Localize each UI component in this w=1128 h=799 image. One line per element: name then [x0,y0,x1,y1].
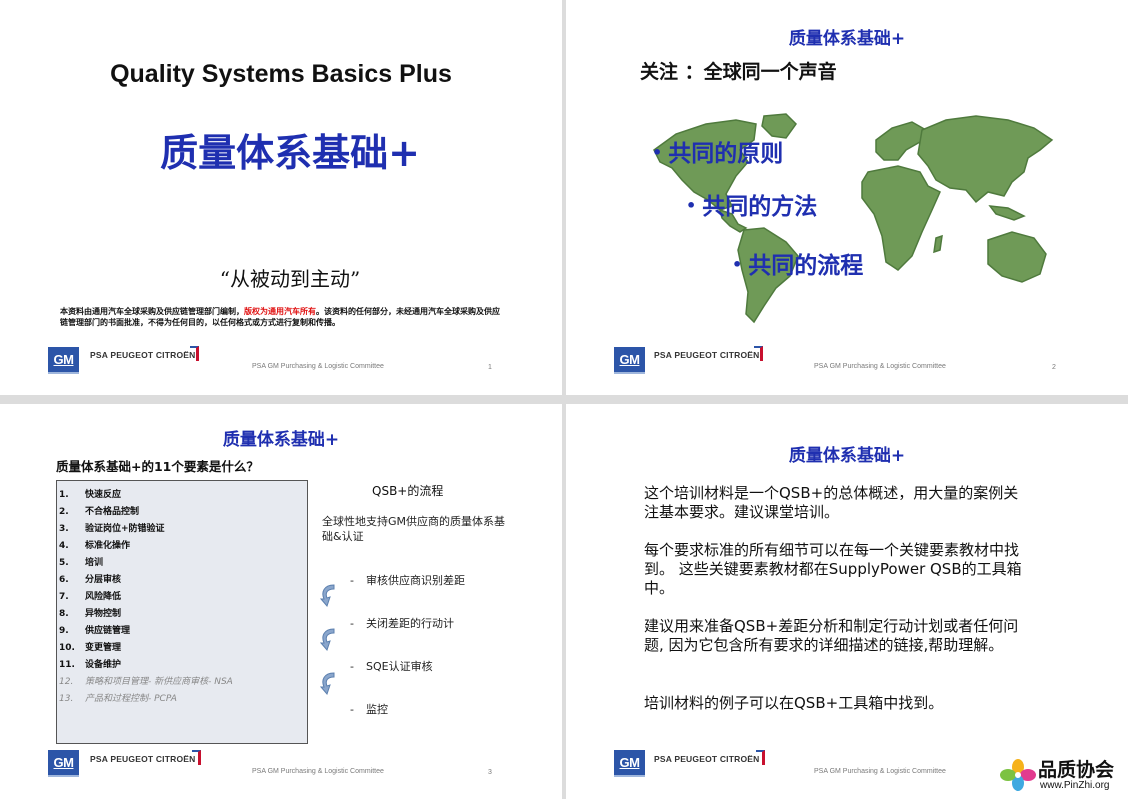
watermark-url: www.PinZhi.org [1040,780,1110,791]
southeast-asia-shape [988,205,1026,221]
notice-text-1: 本资料由通用汽车全球采购及供应链管理部门编制， [60,307,244,316]
title-chinese: 质量体系基础+ [160,131,420,175]
page-number: 1 [488,364,492,371]
flow-step: - 关闭差距的行动计 [350,617,454,630]
footer-committee: PSA GM Purchasing & Logistic Committee [814,768,946,775]
footer-committee: PSA GM Purchasing & Logistic Committee [814,363,946,370]
psa-logo-text: PSA PEUGEOT CITROËN [654,350,760,360]
pinwheel-logo-icon [1000,759,1036,791]
gm-logo: GM [614,750,645,777]
page-number: 3 [488,769,492,776]
list-item: 13. 产品和过程控制- PCPA [59,694,177,704]
list-item: 7. 风险降低 [59,592,122,602]
bullet-methods: • 共同的方法 [686,194,818,220]
footer-committee: PSA GM Purchasing & Logistic Committee [252,363,384,370]
slide-4: 质量体系基础+ 这个培训材料是一个QSB+的总体概述，用大量的案例关注基本要求。… [566,404,1128,799]
paragraph: 培训材料的例子可以在QSB+工具箱中找到。 [644,694,944,712]
list-item: 2. 不合格品控制 [59,507,140,517]
psa-logo-text: PSA PEUGEOT CITROËN [90,754,196,764]
list-item: 6. 分层审核 [59,575,122,585]
gm-logo: GM [48,347,79,374]
gm-logo: GM [48,750,79,777]
watermark-name: 品质协会 [1038,759,1115,781]
slide-heading: 质量体系基础+ [788,29,906,49]
gm-logo: GM [614,347,645,374]
curved-arrow-icon [319,584,335,607]
list-item: 11. 设备维护 [59,660,122,670]
flow-description: 全球性地支持GM供应商的质量体系基础&认证 [322,515,506,543]
page-number: 2 [1052,364,1056,371]
psa-flag-icon [756,750,765,765]
asia-shape [917,115,1054,204]
elements-list-box: 1. 快速反应 2. 不合格品控制 3. 验证岗位+防错验证 4. 标准化操作 5. 培训… [56,480,308,744]
copyright-notice: 本资料由通用汽车全球采购及供应链管理部门编制，版权为通用汽车所有。该资料的任何部… [60,306,500,328]
list-item: 12. 策略和项目管理- 新供应商审核- NSA [59,677,233,687]
slide-2: 质量体系基础+ 关注 ：全球同一个声音 • 共同的原则 • 共同的方法 • 共同… [566,0,1128,395]
list-item: 9. 供应链管理 [59,626,131,636]
paragraph: 每个要求标准的所有细节可以在每一个关键要素教材中找到。 这些关键要素教材都在Su… [644,541,1022,597]
madagascar-shape [933,234,943,254]
bullet-principles: • 共同的原则 [652,141,784,167]
paragraph: 建议用来准备QSB+差距分析和制定行动计划或者任何问题, 因为它包含所有要求的详… [644,617,1019,654]
curved-arrow-icon [319,672,335,695]
elements-question: 质量体系基础+的11个要素是什么？ [56,459,259,474]
list-item: 1. 快速反应 [59,490,122,500]
flow-step: - SQE认证审核 [350,660,433,673]
psa-logo-text: PSA PEUGEOT CITROËN [654,754,760,764]
africa-shape [861,165,941,271]
slide-subheading: 关注 ：全球同一个声音 [640,61,837,83]
curved-arrow-icon [319,628,335,651]
slide-1: Quality Systems Basics Plus 质量体系基础+ “从被动… [0,0,562,395]
psa-flag-icon [192,750,201,765]
flow-step: - 监控 [350,703,388,716]
title-english: Quality Systems Basics Plus [110,60,452,88]
slide-3: 质量体系基础+ 质量体系基础+的11个要素是什么？ 1. 快速反应 2. 不合格品控… [0,404,562,799]
slide-heading: 质量体系基础+ [222,430,340,450]
footer-committee: PSA GM Purchasing & Logistic Committee [252,768,384,775]
flow-step: - 审核供应商识别差距 [350,574,465,587]
slide-heading: 质量体系基础+ [788,446,906,466]
notice-text-red: 版权为通用汽车所有 [244,307,316,316]
psa-flag-icon [754,346,763,361]
psa-flag-icon [190,346,199,361]
list-item: 10. 变更管理 [59,643,122,653]
list-item: 4. 标准化操作 [59,541,131,551]
list-item: 5. 培训 [59,558,104,568]
list-item: 8. 异物控制 [59,609,122,619]
slogan: “从被动到主动” [219,267,361,291]
watermark: 品质协会 www.PinZhi.org [998,755,1124,795]
flow-title: QSB+的流程 [372,484,444,498]
paragraph: 这个培训材料是一个QSB+的总体概述，用大量的案例关注基本要求。建议课堂培训。 [644,484,1019,521]
australia-shape [987,231,1047,283]
psa-logo-text: PSA PEUGEOT CITROËN [90,350,196,360]
list-item: 3. 验证岗位+防错验证 [59,524,165,534]
bullet-processes: • 共同的流程 [732,253,864,279]
